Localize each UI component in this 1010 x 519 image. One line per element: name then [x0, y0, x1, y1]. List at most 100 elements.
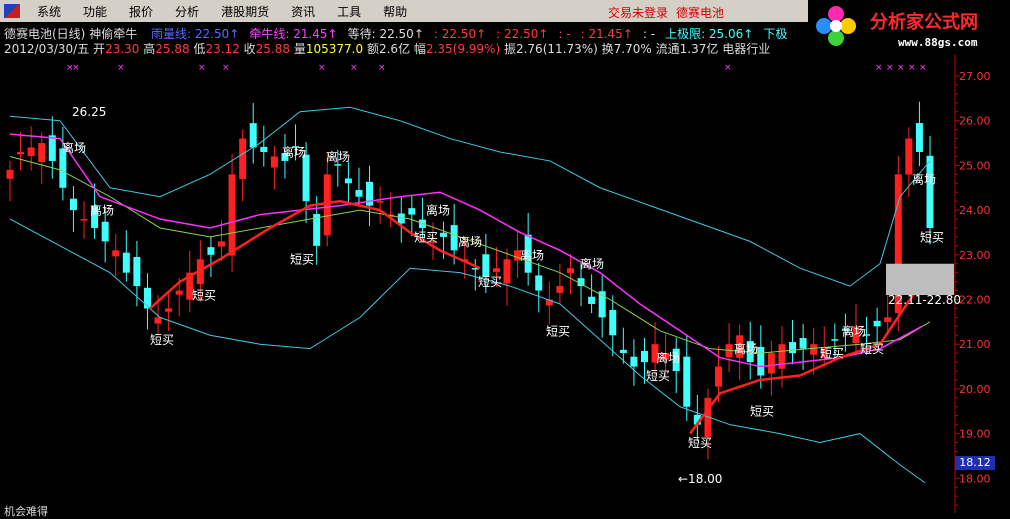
signal-marker: × [886, 63, 894, 73]
menu-quote[interactable]: 报价 [118, 3, 164, 20]
menu-tools[interactable]: 工具 [326, 3, 372, 20]
buy-signal-label: 短买 [860, 342, 884, 356]
buy-signal-label: 短买 [478, 275, 502, 289]
signal-marker: × [198, 63, 206, 73]
candle-body [408, 208, 416, 215]
indicator-field-4: : 22.50↑ [496, 27, 549, 41]
candle-body [249, 123, 257, 148]
candle-body [503, 259, 511, 284]
candle-body [112, 250, 120, 257]
indicator-name: 神偷牵牛 [89, 27, 138, 41]
candle-body [355, 190, 363, 197]
candle-body [926, 155, 934, 228]
menu-system[interactable]: 系统 [26, 3, 72, 20]
y-tick-label: 27.00 [959, 70, 991, 83]
buy-signal-label: 短买 [646, 369, 670, 383]
candle-body [80, 219, 88, 221]
buy-signal-label: 短买 [546, 324, 570, 338]
buy-signal-label: 短买 [150, 333, 174, 347]
candle-body [619, 349, 627, 354]
candle-body [640, 350, 648, 363]
indicator-field-8: 上极限: 25.06↑ [665, 27, 754, 41]
kline-chart[interactable]: 27.00 26.00 25.00 24.00 23.00 22.00 21.00 20.00… [0, 54, 1010, 513]
signal-marker: × [117, 63, 125, 73]
login-status[interactable]: 交易未登录 [608, 4, 668, 21]
candle-body [757, 346, 765, 376]
y-tick-label: 23.00 [959, 249, 991, 262]
buy-signal-label: 短买 [820, 347, 844, 361]
sell-signal-label: 离场 [520, 247, 544, 262]
signal-marker: × [350, 63, 358, 73]
candle-body [397, 213, 405, 224]
candle-body [789, 342, 797, 354]
candle-body [588, 296, 596, 304]
candle-body [27, 147, 35, 156]
candle-body [207, 247, 215, 255]
candle-body [831, 339, 839, 341]
low-price-label: ←18.00 [678, 472, 722, 486]
current-price-badge: 18.12 [955, 456, 995, 470]
indicator-line: 德赛电池(日线) 神偷牵牛 雨量线: 22.50↑ 牵牛线: 21.45↑ 等待: … [4, 25, 787, 41]
signal-marker: × [222, 63, 230, 73]
buy-signal-label: 短买 [192, 289, 216, 303]
candle-body [323, 174, 331, 236]
candle-body [101, 221, 109, 242]
flower-logo-icon [816, 6, 856, 46]
candle-body [715, 366, 723, 387]
candle-body [767, 353, 775, 374]
menu-function[interactable]: 功能 [72, 3, 118, 20]
quote-line: 2012/03/30/五 开23.30 高25.88 低23.12 收25.88… [4, 40, 770, 56]
y-tick-label: 24.00 [959, 204, 991, 217]
y-tick-label: 26.00 [959, 115, 991, 128]
sell-signal-label: 离场 [458, 234, 482, 249]
candle-body [440, 232, 448, 237]
indicator-fields: 雨量线: 22.50↑ 牵牛线: 21.45↑ 等待: 22.50↑: 22.50↑… [141, 27, 787, 41]
current-stock: 德赛电池 [676, 6, 725, 20]
candle-body [270, 156, 278, 168]
buy-signal-label: 短买 [688, 436, 712, 450]
candle-body [175, 290, 183, 295]
menu-help[interactable]: 帮助 [372, 3, 418, 20]
candle-body [630, 356, 638, 367]
sell-signal-label: 离场 [912, 171, 936, 186]
candle-body [683, 356, 691, 407]
signal-marker: × [908, 63, 916, 73]
candle-body [915, 123, 923, 152]
indicator-field-0: 雨量线: 22.50↑ [151, 27, 240, 41]
candle-body [217, 241, 225, 247]
candle-body [69, 198, 77, 211]
sell-signal-label: 离场 [90, 203, 114, 218]
candle-body [884, 317, 892, 323]
menu-hk-futures[interactable]: 港股期货 [210, 3, 280, 20]
candle-body [609, 310, 617, 336]
indicator-field-6: : 21.45↑ [580, 27, 633, 41]
candle-body [799, 338, 807, 349]
candle-body [535, 275, 543, 291]
sell-signal-label: 离场 [656, 350, 680, 365]
candle-body [810, 344, 818, 355]
candle-body [165, 308, 173, 312]
app-logo-icon [4, 4, 20, 18]
sell-signal-label: 离场 [734, 341, 758, 356]
upper-band-line [9, 106, 931, 287]
signal-marker: × [72, 63, 80, 73]
stock-name: 德赛电池(日线) [4, 27, 86, 41]
indicator-field-2: 等待: 22.50↑ [347, 27, 424, 41]
candle-body [556, 286, 564, 293]
sell-signal-label: 离场 [842, 323, 866, 338]
candle-body [260, 146, 268, 152]
candle-body [344, 178, 352, 184]
candle-body [38, 143, 46, 163]
sell-signal-label: 离场 [282, 144, 306, 159]
high-price-label: 26.25 [72, 105, 106, 119]
brand-logo: 分析家公式网 www.88gs.com [808, 0, 1010, 52]
signal-marker: × [919, 63, 927, 73]
sell-signal-label: 离场 [426, 203, 450, 218]
menu-info[interactable]: 资讯 [280, 3, 326, 20]
signal-marker: × [724, 63, 732, 73]
candle-body [228, 174, 236, 256]
y-tick-label: 21.00 [959, 338, 991, 351]
y-tick-label: 22.00 [959, 294, 991, 307]
menu-analysis[interactable]: 分析 [164, 3, 210, 20]
y-tick-label: 19.00 [959, 428, 991, 441]
